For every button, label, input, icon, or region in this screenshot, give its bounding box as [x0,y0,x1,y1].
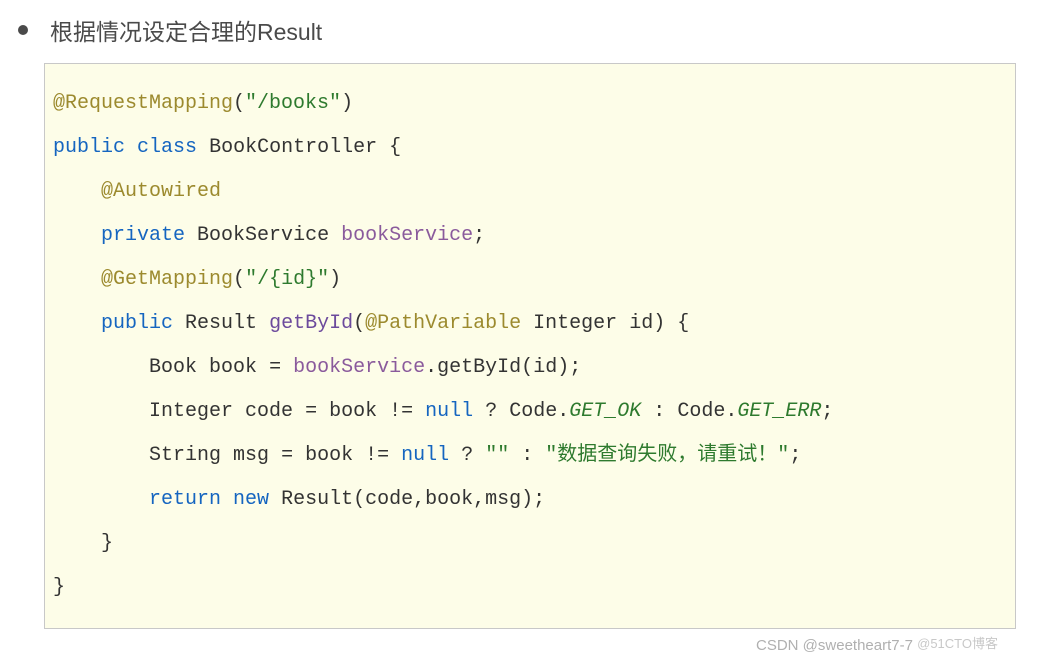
annotation: @GetMapping [101,268,233,291]
heading-text: 根据情况设定合理的Result [50,13,322,47]
bullet-icon [18,25,28,35]
class-name: BookController [209,136,377,159]
annotation: @RequestMapping [53,92,233,115]
keyword: public [53,136,125,159]
string-literal: "/books" [245,92,341,115]
watermark: CSDN @sweetheart7-7 @51CTO博客 [0,635,1038,654]
string-literal: "/{id}" [245,268,329,291]
code-pre: @RequestMapping("/books") public class B… [53,82,1013,610]
method-name: getById [269,312,353,335]
annotation: @Autowired [101,180,221,203]
code-block: @RequestMapping("/books") public class B… [44,63,1016,629]
watermark-main: CSDN @sweetheart7-7 [756,637,913,654]
constant: GET_ERR [737,400,821,423]
heading: 根据情况设定合理的Result [0,5,1038,55]
watermark-faint: @51CTO博客 [917,636,998,651]
constant: GET_OK [569,400,641,423]
field-name: bookService [341,224,473,247]
string-literal: "数据查询失败，请重试！" [545,444,789,467]
